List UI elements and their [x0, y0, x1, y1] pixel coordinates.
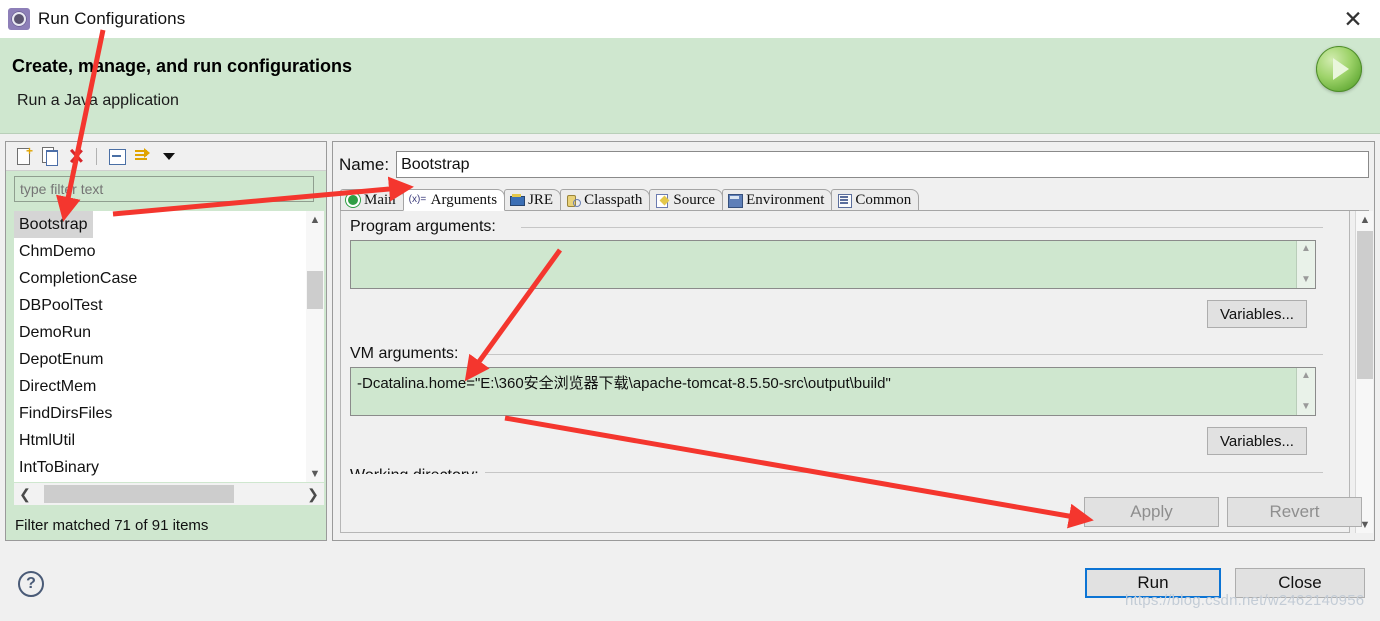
configuration-editor-panel: Name: Main (x)= Arguments JRE Classpath [332, 141, 1375, 541]
chevron-down-icon[interactable]: ▼ [1301, 402, 1311, 412]
chevron-up-icon[interactable]: ▲ [306, 211, 324, 228]
scrollbar-thumb[interactable] [1357, 231, 1373, 379]
configurations-tree-panel: Bootstrap ChmDemo CompletionCase DBPoolT… [5, 141, 327, 541]
program-arguments-value [351, 241, 1296, 288]
vm-arguments-textarea[interactable]: -Dcatalina.home="E:\360安全浏览器下载\apache-to… [350, 367, 1316, 416]
list-item[interactable]: IntToBinary [14, 454, 315, 481]
tab-arguments[interactable]: (x)= Arguments [402, 189, 506, 211]
gear-icon [8, 8, 30, 30]
run-play-icon [1316, 46, 1362, 92]
tab-label: Main [364, 191, 396, 208]
tab-label: JRE [528, 191, 554, 208]
tab-label: Source [673, 191, 716, 208]
list-item[interactable]: DemoRun [14, 319, 315, 346]
jre-icon [510, 193, 526, 207]
help-icon[interactable]: ? [18, 571, 44, 597]
classpath-icon [566, 193, 582, 207]
tab-label: Arguments [430, 191, 498, 208]
page-subtitle: Run a Java application [17, 92, 179, 109]
tab-label: Environment [746, 191, 825, 208]
environment-icon [728, 193, 744, 208]
list-item[interactable]: FindDirsFiles [14, 400, 315, 427]
tab-bar: Main (x)= Arguments JRE Classpath Source… [340, 189, 1369, 211]
program-variables-button[interactable]: Variables... [1207, 300, 1307, 328]
list-item[interactable]: DBPoolTest [14, 292, 315, 319]
vm-variables-button[interactable]: Variables... [1207, 427, 1307, 455]
list-item[interactable]: Bootstrap [14, 211, 94, 238]
chevron-up-icon[interactable]: ▲ [1356, 211, 1374, 228]
tab-classpath[interactable]: Classpath [560, 189, 651, 210]
watermark: https://blog.csdn.net/w2462140956 [1125, 592, 1365, 609]
chevron-down-icon[interactable]: ▼ [1301, 275, 1311, 285]
working-directory-label: Working directory: [350, 467, 485, 474]
textarea-spinner[interactable]: ▲ ▼ [1296, 241, 1315, 288]
textarea-spinner[interactable]: ▲ ▼ [1296, 368, 1315, 415]
title-bar: Run Configurations ✕ [0, 0, 1380, 38]
page-title: Create, manage, and run configurations [12, 56, 353, 76]
tab-label: Classpath [584, 191, 643, 208]
chevron-up-icon[interactable]: ▲ [1301, 244, 1311, 254]
name-label: Name: [339, 154, 390, 174]
list-item[interactable]: DirectMem [14, 373, 315, 400]
new-configuration-icon[interactable] [14, 144, 34, 166]
list-item[interactable]: CompletionCase [14, 265, 315, 292]
chevron-up-icon[interactable]: ▲ [1301, 371, 1311, 381]
chevron-right-icon[interactable]: ❯ [302, 483, 324, 505]
list-item[interactable]: DepotEnum [14, 346, 315, 373]
filter-status-label: Filter matched 71 of 91 items [15, 517, 209, 534]
filter-input[interactable] [14, 176, 314, 202]
configurations-toolbar [6, 142, 326, 171]
name-input[interactable] [396, 151, 1369, 178]
java-main-icon [346, 193, 360, 207]
configurations-list[interactable]: Bootstrap ChmDemo CompletionCase DBPoolT… [14, 211, 315, 482]
window-title: Run Configurations [38, 9, 186, 28]
program-arguments-label: Program arguments: [350, 218, 502, 236]
list-item[interactable]: HtmlUtil [14, 427, 315, 454]
arguments-tab-content: Program arguments: ▲ ▼ Variables... VM a… [340, 211, 1350, 533]
group-rule [486, 354, 1323, 355]
chevron-left-icon[interactable]: ❮ [14, 483, 36, 505]
group-rule [521, 227, 1323, 228]
tab-jre[interactable]: JRE [504, 189, 562, 210]
arguments-icon: (x)= [408, 194, 427, 205]
tab-environment[interactable]: Environment [722, 189, 833, 210]
duplicate-configuration-icon[interactable] [40, 146, 60, 166]
tab-main[interactable]: Main [340, 189, 404, 210]
tab-common[interactable]: Common [831, 189, 920, 210]
run-configurations-dialog: Run Configurations ✕ Create, manage, and… [0, 0, 1380, 621]
header-banner: Create, manage, and run configurations R… [0, 38, 1380, 134]
revert-button[interactable]: Revert [1227, 497, 1362, 527]
close-icon[interactable]: ✕ [1336, 6, 1370, 32]
apply-button[interactable]: Apply [1084, 497, 1219, 527]
program-arguments-textarea[interactable]: ▲ ▼ [350, 240, 1316, 289]
vm-arguments-label: VM arguments: [350, 345, 465, 363]
filter-icon[interactable] [133, 146, 153, 166]
scrollbar-thumb[interactable] [44, 485, 234, 503]
source-icon [655, 193, 669, 208]
name-row: Name: [339, 151, 1369, 178]
collapse-all-icon[interactable] [107, 146, 127, 166]
dropdown-arrow-icon[interactable] [159, 146, 179, 166]
scrollbar-thumb[interactable] [307, 271, 323, 309]
list-horizontal-scrollbar[interactable]: ❮ ❯ [14, 483, 324, 505]
toolbar-separator [96, 147, 97, 165]
editor-vertical-scrollbar[interactable]: ▲ ▼ [1355, 211, 1373, 533]
tab-source[interactable]: Source [649, 189, 724, 210]
list-item[interactable]: ChmDemo [14, 238, 315, 265]
vm-arguments-value: -Dcatalina.home="E:\360安全浏览器下载\apache-to… [357, 375, 891, 392]
tab-label: Common [855, 191, 912, 208]
group-rule [350, 472, 1323, 473]
common-icon [837, 193, 853, 208]
delete-configuration-icon[interactable] [66, 146, 86, 166]
chevron-down-icon[interactable]: ▼ [306, 465, 324, 482]
list-vertical-scrollbar[interactable]: ▲ ▼ [306, 211, 324, 482]
